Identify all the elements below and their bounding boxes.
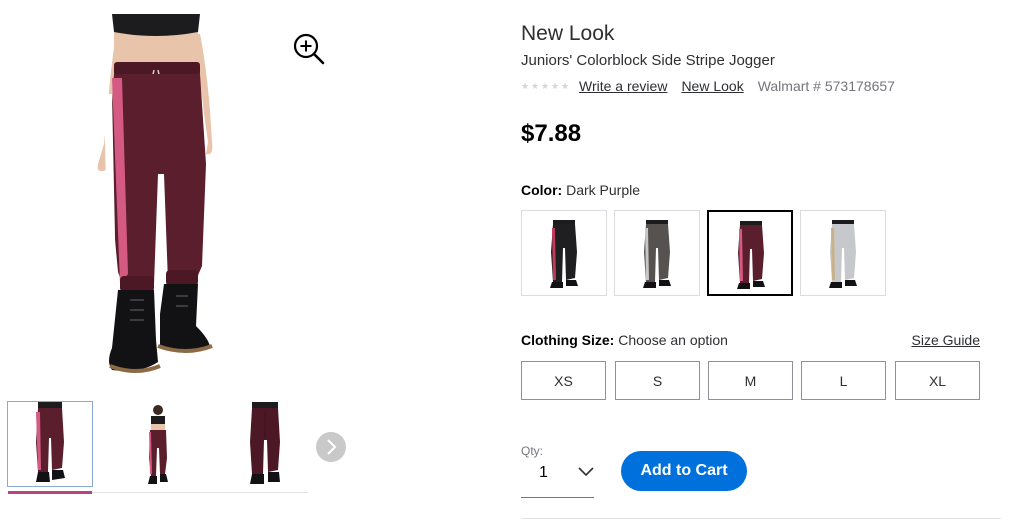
next-thumbnail-button[interactable]: [316, 432, 346, 462]
quantity-label: Qty:: [521, 444, 544, 458]
size-guide-link[interactable]: Size Guide: [912, 332, 980, 348]
write-review-link[interactable]: Write a review: [579, 78, 667, 94]
product-brand: New Look: [521, 22, 615, 45]
product-price: $7.88: [521, 120, 582, 147]
chevron-right-icon: [327, 439, 337, 455]
swatch-charcoal-image: [643, 220, 671, 288]
thumbnail-full-body[interactable]: [116, 402, 200, 486]
color-label-title: Color:: [521, 182, 563, 198]
color-swatch-list: [521, 210, 901, 296]
star-icon: ★: [521, 81, 530, 91]
swatch-heather-grey-image: [829, 220, 857, 288]
thumbnail-active-indicator: [8, 491, 92, 494]
size-label: Clothing Size: Choose an option: [521, 332, 728, 348]
quantity-select[interactable]: 1: [521, 458, 594, 498]
swatch-dark-purple-image: [737, 221, 765, 289]
size-option-list: XS S M L XL: [521, 361, 981, 401]
swatch-black-image: [550, 220, 578, 288]
brand-link[interactable]: New Look: [681, 78, 743, 94]
thumbnail-back-view[interactable]: [224, 402, 308, 486]
color-swatch-dark-purple[interactable]: [707, 210, 793, 296]
main-product-image[interactable]: [60, 14, 260, 380]
section-divider: [521, 518, 1001, 519]
star-icon: ★: [541, 81, 550, 91]
color-swatch-black[interactable]: [521, 210, 607, 296]
product-title: Juniors' Colorblock Side Stripe Jogger: [521, 52, 775, 69]
size-option-l[interactable]: L: [801, 361, 886, 400]
thumbnail-strip: [7, 401, 308, 494]
color-label: Color: Dark Purple: [521, 182, 640, 198]
star-icon: ★: [551, 81, 560, 91]
size-option-xl[interactable]: XL: [895, 361, 980, 400]
product-info-panel: New Look Juniors' Colorblock Side Stripe…: [521, 0, 1001, 525]
rating-stars: ★ ★ ★ ★ ★: [521, 81, 570, 91]
product-meta-row: ★ ★ ★ ★ ★ Write a review New Look Walmar…: [521, 77, 895, 95]
size-selected-value: Choose an option: [618, 332, 728, 348]
color-swatch-charcoal[interactable]: [614, 210, 700, 296]
zoom-in-icon[interactable]: [292, 32, 326, 66]
size-option-xs[interactable]: XS: [521, 361, 606, 400]
size-option-s[interactable]: S: [615, 361, 700, 400]
quantity-value: 1: [539, 464, 548, 481]
thumbnail-front-view[interactable]: [7, 401, 93, 487]
color-selected-value: Dark Purple: [566, 182, 641, 198]
walmart-item-number: Walmart # 573178657: [757, 78, 895, 94]
product-image-gallery: [0, 0, 346, 525]
add-to-cart-button[interactable]: Add to Cart: [621, 451, 747, 491]
size-option-m[interactable]: M: [708, 361, 793, 400]
chevron-down-icon: [578, 467, 594, 477]
color-swatch-heather-grey[interactable]: [800, 210, 886, 296]
star-icon: ★: [531, 81, 540, 91]
star-icon: ★: [561, 81, 570, 91]
size-label-title: Clothing Size:: [521, 332, 615, 348]
